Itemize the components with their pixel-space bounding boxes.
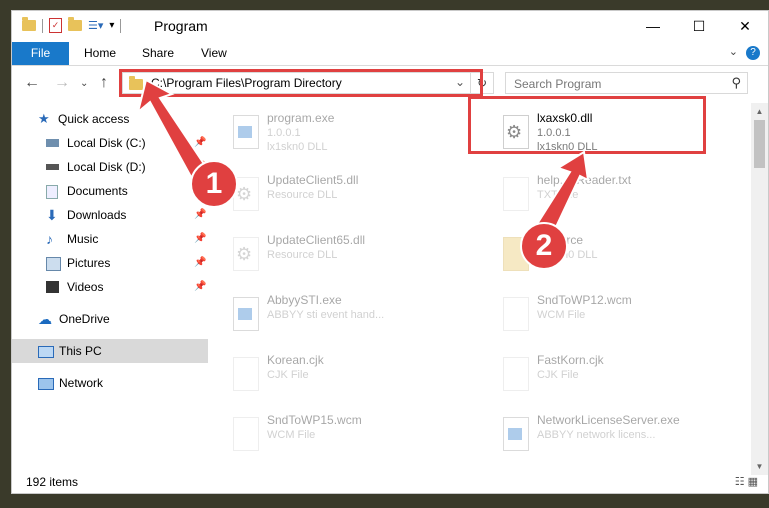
callout-badge-1: 1 <box>190 160 238 208</box>
callout-arrows <box>136 78 590 246</box>
callout-badge-2: 2 <box>520 222 568 270</box>
